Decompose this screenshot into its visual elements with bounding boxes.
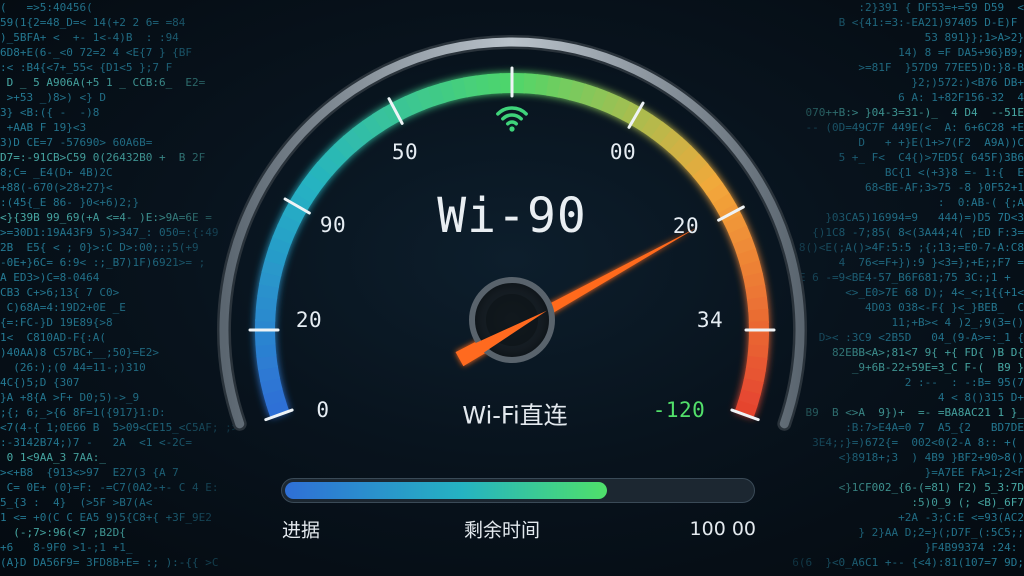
gauge-arc-segment [308, 161, 333, 185]
gauge-arc-segment [264, 246, 288, 266]
gauge-scale-label: 20 [295, 308, 323, 332]
progress-bar-fill [285, 482, 607, 499]
gauge-arc-segment [545, 75, 563, 98]
gauge-arc-segment [748, 308, 769, 324]
gauge-arc-segment [272, 223, 297, 245]
gauge-arc-segment [415, 86, 436, 111]
gauge-arc-segment [659, 128, 683, 153]
gauge-arc-segment [650, 121, 674, 146]
gauge-arc-segment [324, 143, 349, 168]
gauge-arc-segment [266, 398, 290, 418]
gauge-scale-label: 00 [609, 140, 637, 164]
gauge-arc-segment [743, 366, 766, 385]
gauge-arc-segment [600, 91, 622, 116]
gauge-arc-segment [487, 73, 503, 95]
gauge-scale-label: -120 [652, 398, 706, 422]
gauge-arc-segment [333, 135, 358, 160]
gauge-arc-segment [277, 212, 302, 234]
gauge-arc-segment [427, 83, 447, 107]
gauge-arc-segment [747, 344, 769, 360]
gauge-arc-segment [255, 306, 276, 322]
gauge-arc-segment [732, 236, 757, 257]
gauge-scale-label: 0 [316, 398, 330, 422]
gauge-arc-segment [342, 127, 366, 152]
wifi-icon-wave [496, 106, 528, 116]
progress-bar [281, 478, 755, 503]
gauge-arc-segment [404, 91, 425, 115]
gauge-arc-segment [372, 107, 395, 132]
gauge-arc-segment [557, 77, 575, 101]
gauge-arc-segment [268, 235, 292, 255]
gauge-arc-segment [745, 284, 768, 301]
gauge-arc-segment [640, 114, 664, 139]
gauge-scale-label: 20 [672, 214, 700, 238]
gauge-arc-segment [257, 282, 280, 300]
gauge-arc-segment [450, 77, 469, 100]
gauge-arc-segment [534, 74, 551, 96]
progress-left-label: 进据 [282, 519, 321, 542]
gauge-arc-segment [676, 145, 701, 169]
gauge-arc-segment [736, 248, 760, 268]
speed-test-screen: ( =>5:40456(59(1{2=48_D=< 14(+2 2 6= =84… [0, 0, 1024, 576]
gauge-arc-segment [393, 95, 415, 120]
gauge-arc-segment [737, 389, 761, 408]
gauge-arc-segment [255, 342, 277, 358]
gauge-arc-segment [262, 387, 286, 407]
wifi-icon-dot [509, 126, 515, 132]
gauge-color-arc [254, 72, 769, 418]
gauge-arc-segment [590, 87, 611, 111]
gauge-arc-segment [351, 120, 375, 145]
gauge-arc-segment [734, 400, 758, 418]
gauge-title: Wi-90 [437, 188, 587, 244]
gauge-arc-segment [257, 365, 281, 383]
gauge-arc-segment [699, 172, 724, 196]
gauge-arc-segment [361, 113, 385, 138]
gauge-arc-segment [255, 331, 276, 346]
gauge-arc-segment [282, 201, 307, 224]
gauge-arc-segment [745, 355, 768, 372]
gauge-scale-label: 34 [696, 308, 724, 332]
gauge-arc-segment [706, 182, 731, 206]
connection-type-label: Wi-Fi直连 [462, 401, 568, 430]
gauge-arc-segment [741, 378, 764, 397]
gauge-arc-segment [684, 153, 709, 178]
gauge-arc-segment [712, 192, 737, 215]
gauge-arc-segment [261, 258, 285, 277]
gauge-arc-segment [723, 214, 748, 236]
gauge-arc-segment [746, 296, 769, 313]
gauge-arc-segment [631, 107, 654, 133]
gauge-arc-segment [728, 225, 753, 246]
gauge-arc-segment [438, 79, 458, 103]
gauge-arc-segment [259, 270, 282, 288]
wifi-icon [496, 106, 528, 132]
gauge-arc-segment [316, 152, 341, 177]
gauge-arc-segment [742, 272, 766, 290]
gauge-arc-segment [523, 73, 539, 95]
wifi-icon-wave [501, 113, 523, 121]
gauge-arc-segment [301, 171, 326, 195]
gauge-arc-segment [579, 83, 599, 107]
gauge-arc-segment [294, 181, 319, 204]
gauge-hub [455, 277, 555, 367]
gauge-arc-segment [256, 354, 278, 371]
gauge-arc-segment [463, 75, 480, 98]
gauge-arc-segment [255, 294, 278, 311]
gauge-arc-segment [668, 136, 692, 161]
gauge-arc-segment [611, 96, 633, 121]
gauge-arc-segment [260, 376, 283, 395]
remaining-time-value: 100 00 [689, 518, 756, 540]
gauge-scale-label: 50 [391, 140, 419, 164]
gauge-arc-segment [475, 74, 492, 96]
gauge-scale-label: 90 [319, 213, 347, 237]
gauge-arc-segment [568, 80, 587, 104]
wifi-icon-wave [506, 120, 518, 126]
gauge-arc-segment [740, 260, 763, 279]
gauge-arc-segment [748, 332, 769, 348]
gauge-arc-segment [692, 163, 717, 187]
remaining-time-label: 剩余时间 [464, 519, 541, 542]
